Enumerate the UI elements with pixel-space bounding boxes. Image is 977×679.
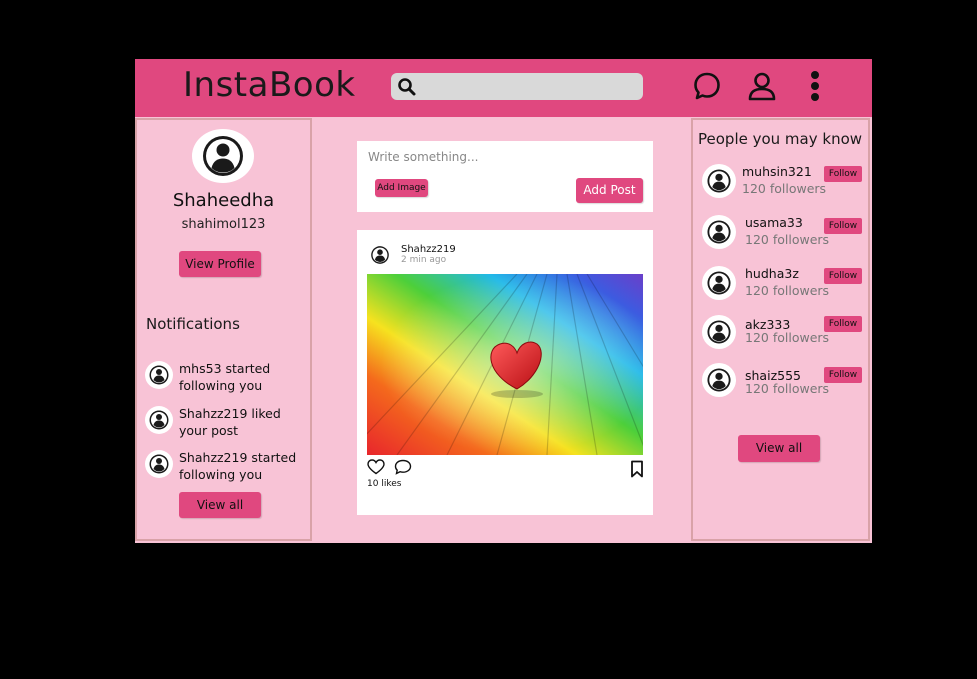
post-composer: Write something... Add Image Add Post — [357, 141, 653, 212]
like-heart-icon[interactable] — [367, 459, 385, 475]
search-bar[interactable] — [391, 73, 643, 100]
suggestion-username[interactable]: hudha3z — [745, 266, 799, 281]
user-avatar-icon — [203, 136, 243, 176]
post-author-name[interactable]: Shahzz219 — [401, 244, 456, 255]
top-bar: InstaBook — [135, 59, 872, 117]
search-icon[interactable] — [397, 77, 417, 97]
notifications-view-all-button[interactable]: View all — [179, 492, 261, 518]
profile-username: shahimol123 — [181, 217, 266, 232]
follow-button[interactable]: Follow — [824, 218, 862, 234]
notification-avatar — [145, 450, 173, 478]
suggestion-username[interactable]: muhsin321 — [742, 164, 812, 179]
post-image[interactable] — [367, 274, 643, 455]
notification-avatar — [145, 361, 173, 389]
suggestion-username[interactable]: usama33 — [745, 215, 803, 230]
more-vertical-icon[interactable] — [805, 71, 825, 101]
app-logo-title[interactable]: InstaBook — [183, 65, 356, 105]
suggestions-title: People you may know — [698, 130, 863, 148]
notifications-title: Notifications — [146, 315, 240, 333]
add-image-button[interactable]: Add Image — [375, 179, 428, 197]
user-icon[interactable] — [747, 71, 777, 101]
post-card: Shahzz219 2 min ago 10 likes — [357, 230, 653, 515]
user-avatar-icon — [371, 246, 389, 264]
profile-name: Shaheedha — [172, 190, 275, 211]
notification-text: Shahzz219 liked your post — [179, 406, 281, 438]
composer-input[interactable]: Write something... — [368, 150, 478, 164]
add-post-button[interactable]: Add Post — [576, 178, 643, 203]
user-avatar-icon — [707, 271, 731, 295]
comment-icon[interactable] — [394, 459, 412, 475]
left-sidebar: Shaheedha shahimol123 View Profile Notif… — [135, 118, 312, 541]
suggestion-followers: 120 followers — [745, 330, 830, 345]
follow-button[interactable]: Follow — [824, 367, 862, 383]
suggestion-followers: 120 followers — [745, 283, 830, 298]
user-avatar-icon — [707, 220, 731, 244]
suggestion-avatar[interactable] — [702, 266, 736, 300]
suggestion-avatar[interactable] — [702, 363, 736, 397]
user-avatar-icon — [707, 320, 731, 344]
suggestion-avatar[interactable] — [702, 215, 736, 249]
view-profile-button[interactable]: View Profile — [179, 251, 261, 277]
search-input[interactable] — [421, 76, 635, 98]
bookmark-icon[interactable] — [630, 460, 644, 478]
follow-button[interactable]: Follow — [824, 316, 862, 332]
follow-button[interactable]: Follow — [824, 166, 862, 182]
suggestions-view-all-button[interactable]: View all — [738, 435, 820, 462]
suggestion-avatar[interactable] — [702, 164, 736, 198]
suggestion-followers: 120 followers — [742, 181, 827, 196]
right-sidebar: People you may know muhsin321 120 follow… — [691, 118, 870, 541]
notification-text: mhs53 started following you — [179, 361, 271, 393]
post-time: 2 min ago — [401, 255, 447, 265]
user-avatar-icon — [707, 368, 731, 392]
user-avatar-icon — [149, 365, 169, 385]
post-likes-count: 10 likes — [367, 479, 402, 489]
post-author-avatar[interactable] — [367, 242, 393, 268]
user-avatar-icon — [149, 410, 169, 430]
app-window: InstaBook Shaheedha shahimol123 View Pro… — [135, 59, 872, 543]
suggestion-followers: 120 followers — [745, 381, 830, 396]
profile-avatar[interactable] — [192, 129, 254, 183]
suggestion-followers: 120 followers — [745, 232, 830, 247]
user-avatar-icon — [707, 169, 731, 193]
chat-icon[interactable] — [692, 71, 722, 101]
follow-button[interactable]: Follow — [824, 268, 862, 284]
user-avatar-icon — [149, 454, 169, 474]
notification-avatar — [145, 406, 173, 434]
suggestion-avatar[interactable] — [702, 315, 736, 349]
notification-text: Shahzz219 started following you — [179, 450, 297, 482]
